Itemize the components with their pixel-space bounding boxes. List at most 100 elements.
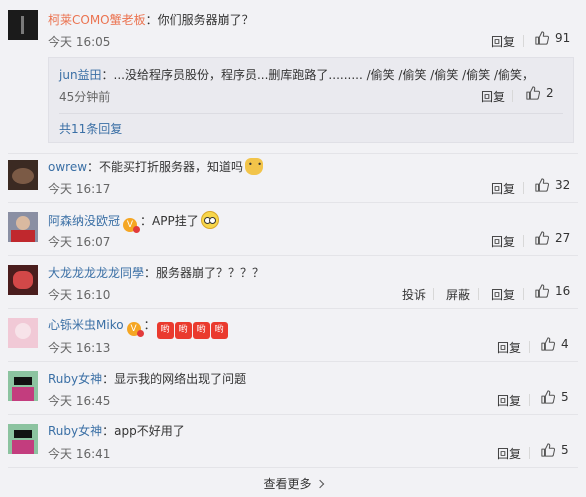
- like-button[interactable]: 4: [541, 337, 569, 351]
- comment-line: 大龙龙龙龙龙同學：服务器崩了？？？？: [48, 264, 264, 281]
- thumbs-up-icon: [526, 86, 540, 100]
- comment-time: 今天 16:10: [48, 288, 111, 302]
- sticker-icon: 哟: [174, 322, 192, 339]
- block-button[interactable]: 屏蔽: [446, 286, 470, 303]
- load-more-label: 查看更多: [263, 477, 312, 491]
- view-all-replies-link[interactable]: 共11条回复: [59, 120, 122, 137]
- reply-button[interactable]: 回复: [491, 286, 515, 303]
- reply-button[interactable]: 回复: [497, 339, 521, 356]
- glasses-emoji-icon: [200, 211, 219, 229]
- divider: [8, 308, 578, 309]
- reply-button[interactable]: 回复: [491, 33, 515, 50]
- avatar[interactable]: [8, 371, 38, 401]
- like-button[interactable]: 32: [535, 178, 570, 192]
- thumbs-up-icon: [541, 443, 555, 457]
- like-button[interactable]: 27: [535, 231, 570, 245]
- comment-time: 今天 16:07: [48, 235, 111, 249]
- comment-time: 今天 16:45: [48, 394, 111, 408]
- like-count: 27: [555, 231, 571, 245]
- like-count: 4: [561, 337, 569, 351]
- like-button[interactable]: 91: [535, 31, 570, 45]
- report-button[interactable]: 投诉: [402, 286, 426, 303]
- reply-button[interactable]: 回复: [481, 88, 505, 105]
- reply-text: ：...没给程序员股份，程序员...删库跑路了......... /偷笑 /偷笑…: [101, 68, 535, 82]
- comment-time: 今天 16:17: [48, 182, 111, 196]
- comment-time: 今天 16:05: [48, 35, 111, 49]
- reply-thread: jun益田：...没给程序员股份，程序员...删库跑路了......... /偷…: [48, 57, 574, 143]
- like-button[interactable]: 5: [541, 443, 569, 457]
- avatar[interactable]: [8, 318, 38, 348]
- like-count: 2: [546, 86, 554, 100]
- divider: [529, 447, 530, 459]
- chevron-right-icon: [315, 479, 324, 489]
- like-button[interactable]: 16: [535, 284, 570, 298]
- reply-time: 45分钟前: [59, 90, 111, 104]
- divider: [523, 35, 524, 47]
- comment-item: 柯莱COMO蟹老板：你们服务器崩了？ 今天 16:05 回复 91 jun益田：…: [0, 0, 586, 155]
- reply-button[interactable]: 回复: [497, 445, 521, 462]
- comment-text: ：不能买打折服务器，知道吗: [87, 160, 244, 174]
- comment-line: owrew：不能买打折服务器，知道吗: [48, 158, 264, 175]
- divider: [8, 153, 578, 154]
- comment-text: ：APP挂了: [140, 214, 199, 228]
- like-button[interactable]: 5: [541, 390, 569, 404]
- divider: [529, 341, 530, 353]
- comment-line: 心铄米虫Miko V：哟哟哟哟: [48, 316, 228, 339]
- vip-badge-icon: V: [126, 322, 144, 337]
- username-link[interactable]: 阿森纳没欧冠: [48, 214, 120, 228]
- comment-text: ：服务器崩了？？？？: [144, 266, 265, 280]
- sticker-icon: 哟: [210, 322, 228, 339]
- divider: [523, 288, 524, 300]
- like-count: 5: [561, 390, 569, 404]
- divider: [512, 90, 513, 102]
- divider: [8, 467, 578, 468]
- divider: [523, 235, 524, 247]
- username-link[interactable]: Ruby女神: [48, 372, 102, 386]
- divider: [8, 414, 578, 415]
- comment-text: ：你们服务器崩了？: [145, 13, 254, 27]
- like-count: 91: [555, 31, 571, 45]
- reply-button[interactable]: 回复: [491, 180, 515, 197]
- reply-button[interactable]: 回复: [491, 233, 515, 250]
- avatar[interactable]: [8, 424, 38, 454]
- comment-time: 今天 16:13: [48, 341, 111, 355]
- thumbs-up-icon: [541, 337, 555, 351]
- thumbs-up-icon: [541, 390, 555, 404]
- thumbs-up-icon: [535, 231, 549, 245]
- divider: [433, 288, 434, 300]
- like-count: 5: [561, 443, 569, 457]
- divider: [478, 288, 479, 300]
- avatar[interactable]: [8, 10, 38, 40]
- username-link[interactable]: Ruby女神: [48, 424, 102, 438]
- username-link[interactable]: 柯莱COMO蟹老板: [48, 13, 146, 27]
- divider: [8, 361, 578, 362]
- avatar[interactable]: [8, 265, 38, 295]
- divider: [8, 255, 578, 256]
- reply-button[interactable]: 回复: [497, 392, 521, 409]
- username-link[interactable]: 大龙龙龙龙龙同學: [48, 266, 144, 280]
- like-button[interactable]: 2: [526, 86, 554, 100]
- divider: [8, 202, 578, 203]
- vip-badge-icon: V: [123, 218, 141, 233]
- sticker-icon: 哟: [156, 322, 174, 339]
- comment-line: 柯莱COMO蟹老板：你们服务器崩了？: [48, 11, 254, 28]
- username-link[interactable]: owrew: [48, 160, 87, 174]
- divider: [529, 394, 530, 406]
- comment-text: ：: [143, 318, 156, 332]
- thumbs-up-icon: [535, 178, 549, 192]
- comment-line: Ruby女神：显示我的网络出现了问题: [48, 370, 246, 387]
- username-link[interactable]: 心铄米虫Miko: [48, 318, 124, 332]
- comment-time: 今天 16:41: [48, 447, 111, 461]
- avatar[interactable]: [8, 160, 38, 190]
- cat-emoji-icon: [245, 158, 264, 175]
- comment-line: Ruby女神：app不好用了: [48, 422, 185, 439]
- avatar[interactable]: [8, 212, 38, 242]
- thumbs-up-icon: [535, 284, 549, 298]
- reply-username-link[interactable]: jun益田: [59, 68, 102, 82]
- sticker-icon: 哟: [192, 322, 210, 339]
- like-count: 16: [555, 284, 571, 298]
- divider: [59, 113, 563, 114]
- load-more-button[interactable]: 查看更多: [0, 475, 586, 492]
- thumbs-up-icon: [535, 31, 549, 45]
- like-count: 32: [555, 178, 571, 192]
